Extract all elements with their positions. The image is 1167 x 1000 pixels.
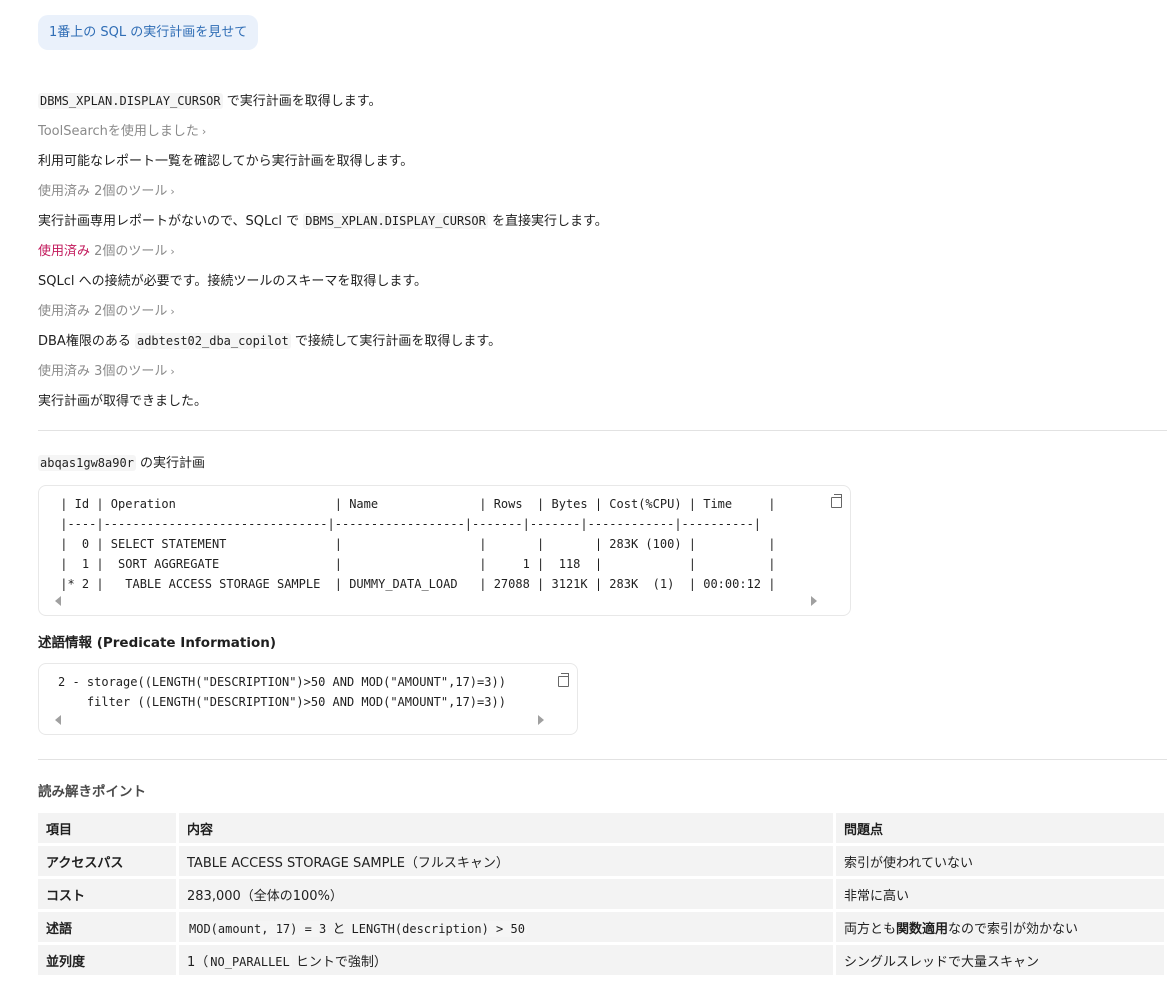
tool-toggle-4-label: 使用済み 2個のツール <box>38 304 168 319</box>
execution-plan-code: | Id | Operation | Name | Rows | Bytes |… <box>60 497 776 591</box>
tool-toggle-4[interactable]: 使用済み 2個のツール › <box>38 300 175 319</box>
row-key: 述語 <box>38 912 179 942</box>
assistant-line-5: DBA権限のある adbtest02_dba_copilot で接続して実行計画… <box>38 330 501 349</box>
plan-heading: abqas1gw8a90r の実行計画 <box>38 452 205 471</box>
assistant-line-2: 利用可能なレポート一覧を確認してから実行計画を取得します。 <box>38 154 414 169</box>
tool-toggle-3-label: 2個のツール <box>90 244 168 259</box>
table-header-row: 項目 内容 問題点 <box>38 813 1167 843</box>
header-content: 内容 <box>179 813 836 843</box>
assistant-line-6: 実行計画が取得できました。 <box>38 394 208 409</box>
predicate-title: 述語情報 (Predicate Information) <box>38 635 277 651</box>
tool-toggle-2[interactable]: 使用済み 2個のツール › <box>38 180 175 199</box>
table-row: アクセスパス TABLE ACCESS STORAGE SAMPLE（フルスキャ… <box>38 846 1167 876</box>
tool-toggle-1-label: ToolSearchを使用しました <box>38 124 199 139</box>
predicate-code: 2 - storage((LENGTH("DESCRIPTION")>50 AN… <box>58 675 506 709</box>
row-key: コスト <box>38 879 179 909</box>
content-pre: 1（ <box>187 954 209 970</box>
line-1-text: で実行計画を取得します。 <box>222 94 382 109</box>
row-issue: 非常に高い <box>836 879 1167 909</box>
row-key: 並列度 <box>38 945 179 975</box>
tool-toggle-3[interactable]: 使用済み 2個のツール › <box>38 240 175 259</box>
issue-post: なので索引が効かない <box>948 921 1079 937</box>
row-content: MOD(amount, 17) = 3 と LENGTH(description… <box>179 912 836 942</box>
predicate-code-block: 2 - storage((LENGTH("DESCRIPTION")>50 AN… <box>38 663 578 735</box>
content-post: ヒントで強制） <box>291 954 387 970</box>
copy-icon[interactable] <box>831 494 842 508</box>
content-code-length: LENGTH(description) > 50 <box>349 920 527 937</box>
points-table: 項目 内容 問題点 アクセスパス TABLE ACCESS STORAGE SA… <box>38 810 1167 978</box>
chevron-right-icon: › <box>170 305 175 318</box>
content-mid: と <box>328 921 350 937</box>
inline-code-connection: adbtest02_dba_copilot <box>134 333 291 349</box>
issue-bold: 関数適用 <box>896 921 949 937</box>
chevron-right-icon: › <box>170 185 175 198</box>
table-row: 述語 MOD(amount, 17) = 3 と LENGTH(descript… <box>38 912 1167 942</box>
execution-plan-code-block: | Id | Operation | Name | Rows | Bytes |… <box>38 485 851 616</box>
row-key: アクセスパス <box>38 846 179 876</box>
scroll-right-icon[interactable] <box>538 715 544 725</box>
tool-toggle-1[interactable]: ToolSearchを使用しました › <box>38 120 206 139</box>
inline-code-display-cursor: DBMS_XPLAN.DISPLAY_CURSOR <box>38 93 223 109</box>
scroll-left-icon[interactable] <box>55 596 61 606</box>
content-code-mod: MOD(amount, 17) = 3 <box>187 920 329 937</box>
chevron-right-icon: › <box>201 125 207 138</box>
row-issue: 索引が使われていない <box>836 846 1167 876</box>
table-row: 並列度 1（ NO_PARALLEL ヒントで強制） シングルスレッドで大量スキャ… <box>38 945 1167 975</box>
tool-toggle-3-highlight: 使用済み <box>38 244 91 259</box>
line-3-post: を直接実行します。 <box>487 214 608 229</box>
header-item: 項目 <box>38 813 179 843</box>
issue-pre: 両方とも <box>844 921 897 937</box>
points-title: 読み解きポイント <box>38 784 146 800</box>
assistant-line-3: 実行計画専用レポートがないので、SQLcl で DBMS_XPLAN.DISPL… <box>38 210 608 229</box>
copy-icon[interactable] <box>558 673 569 687</box>
row-content: 1（ NO_PARALLEL ヒントで強制） <box>179 945 836 975</box>
row-content: 283,000（全体の100%） <box>179 879 836 909</box>
scroll-left-icon[interactable] <box>55 715 61 725</box>
assistant-line-1: DBMS_XPLAN.DISPLAY_CURSOR で実行計画を取得します。 <box>38 90 381 109</box>
table-row: コスト 283,000（全体の100%） 非常に高い <box>38 879 1167 909</box>
header-issue: 問題点 <box>836 813 1167 843</box>
user-message-bubble: 1番上の SQL の実行計画を見せて <box>38 15 259 50</box>
chevron-right-icon: › <box>170 365 175 378</box>
row-issue: 両方とも関数適用なので索引が効かない <box>836 912 1167 942</box>
line-5-pre: DBA権限のある <box>38 334 135 349</box>
content-code-hint: NO_PARALLEL <box>208 953 292 970</box>
line-3-pre: 実行計画専用レポートがないので、SQLcl で <box>38 214 304 229</box>
row-content: TABLE ACCESS STORAGE SAMPLE（フルスキャン） <box>179 846 836 876</box>
assistant-line-4: SQLcl への接続が必要です。接続ツールのスキーマを取得します。 <box>38 274 428 289</box>
row-issue: シングルスレッドで大量スキャン <box>836 945 1167 975</box>
sql-id-code: abqas1gw8a90r <box>38 455 136 471</box>
line-5-post: で接続して実行計画を取得します。 <box>290 334 502 349</box>
inline-code-display-cursor-2: DBMS_XPLAN.DISPLAY_CURSOR <box>303 213 488 229</box>
tool-toggle-2-label: 使用済み 2個のツール <box>38 184 168 199</box>
plan-heading-text: の実行計画 <box>135 456 206 471</box>
tool-toggle-5[interactable]: 使用済み 3個のツール › <box>38 360 175 379</box>
tool-toggle-5-label: 使用済み 3個のツール <box>38 364 168 379</box>
user-message-text: 1番上の SQL の実行計画を見せて <box>49 25 248 40</box>
divider <box>38 430 1167 431</box>
divider <box>38 759 1167 760</box>
scroll-right-icon[interactable] <box>811 596 817 606</box>
chevron-right-icon: › <box>170 245 175 258</box>
